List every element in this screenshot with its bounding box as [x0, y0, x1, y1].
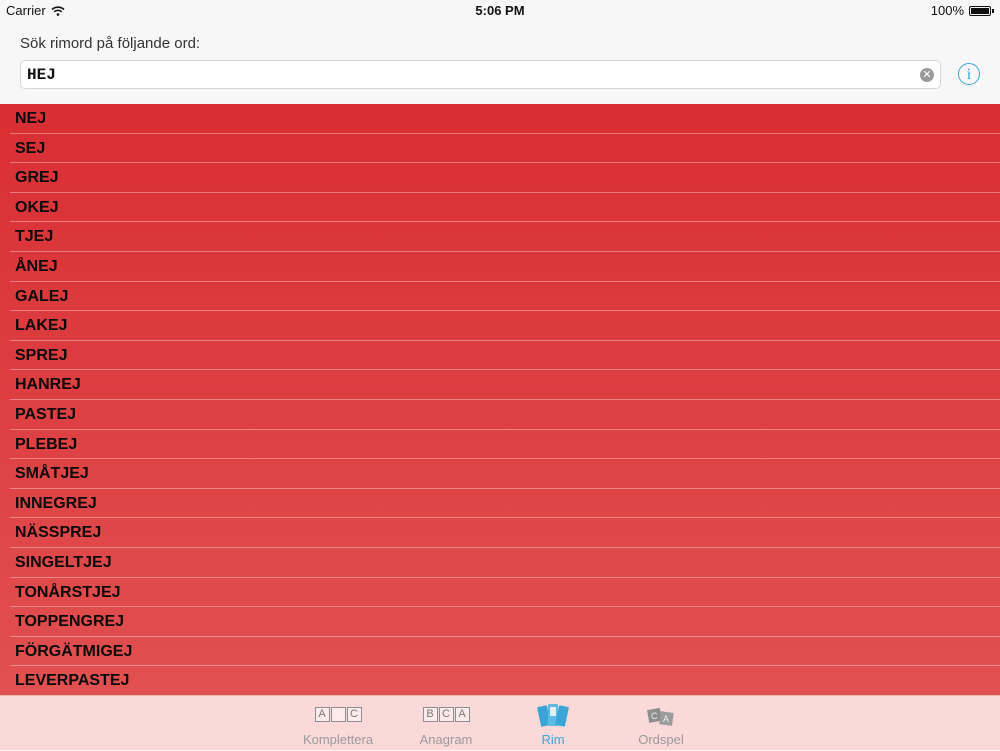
ordspel-tile-a: A: [663, 714, 669, 724]
status-bar: Carrier 5:06 PM 100%: [0, 0, 1000, 22]
list-item-word: PASTEJ: [15, 405, 77, 423]
list-item[interactable]: TJEJ: [10, 222, 1000, 252]
list-item-word: OKEJ: [15, 198, 59, 216]
tab-label: Komplettera: [302, 732, 374, 747]
list-item-word: TOPPENGREJ: [15, 613, 125, 631]
battery-tip: [992, 8, 994, 13]
list-item[interactable]: LEVERPASTEJ: [10, 666, 1000, 695]
list-item-word: LEVERPASTEJ: [15, 672, 130, 690]
tab-label: Rim: [541, 732, 565, 747]
ordspel-tile-c: C: [651, 711, 658, 721]
tab-ordspel[interactable]: C A Ordspel: [611, 696, 711, 751]
tile-icon: B: [422, 707, 438, 722]
tab-rim[interactable]: Rim: [503, 696, 603, 751]
battery-percent: 100%: [930, 3, 964, 18]
list-item-word: SEJ: [15, 139, 46, 157]
anagram-icon: B C A: [396, 707, 496, 722]
tile-icon: A: [454, 707, 470, 722]
list-item[interactable]: PLEBEJ: [10, 430, 1000, 460]
tab-anagram[interactable]: B C A Anagram: [396, 696, 496, 751]
list-item-word: FÖRGÄTMIGEJ: [15, 642, 133, 660]
battery-group: 100%: [931, 3, 994, 18]
ordspel-icon: C A: [647, 707, 674, 726]
tile-icon: A: [314, 707, 330, 722]
search-prompt: Sök rimord på följande ord:: [20, 35, 201, 52]
list-item[interactable]: SMÅTJEJ: [10, 459, 1000, 489]
list-item-word: GREJ: [15, 169, 59, 187]
list-item[interactable]: HANREJ: [10, 370, 1000, 400]
list-item[interactable]: FÖRGÄTMIGEJ: [10, 637, 1000, 667]
list-item[interactable]: OKEJ: [10, 193, 1000, 223]
list-item-word: SPREJ: [15, 346, 68, 364]
list-item-word: PLEBEJ: [15, 435, 78, 453]
list-item[interactable]: SEJ: [10, 134, 1000, 164]
list-item-word: TONÅRSTJEJ: [15, 583, 121, 601]
list-item[interactable]: SPREJ: [10, 341, 1000, 371]
list-item[interactable]: INNEGREJ: [10, 489, 1000, 519]
list-item[interactable]: PASTEJ: [10, 400, 1000, 430]
list-item[interactable]: SINGELTJEJ: [10, 548, 1000, 578]
list-item-word: LAKEJ: [15, 317, 68, 335]
info-icon[interactable]: i: [958, 63, 980, 85]
battery-icon: [969, 5, 991, 16]
list-item-word: ÅNEJ: [15, 257, 58, 275]
list-item[interactable]: GREJ: [10, 163, 1000, 193]
list-item[interactable]: ÅNEJ: [10, 252, 1000, 282]
search-input[interactable]: [27, 64, 907, 86]
rhyme-results-list[interactable]: NEJ SEJ GREJ OKEJ TJEJ ÅNEJ GALEJ LAKEJ SPREJ HAN…: [0, 104, 1000, 695]
list-item[interactable]: TOPPENGREJ: [10, 607, 1000, 637]
search-header: Sök rimord på följande ord: ✕ i: [0, 22, 1000, 104]
clock: 5:06 PM: [475, 3, 525, 18]
tab-label: Ordspel: [638, 732, 684, 747]
list-item-word: SINGELTJEJ: [15, 553, 112, 571]
tile-icon: C: [346, 707, 362, 722]
list-item[interactable]: LAKEJ: [10, 311, 1000, 341]
list-item-word: SMÅTJEJ: [15, 465, 89, 483]
rim-cards-icon: [537, 704, 569, 727]
list-item-word: HANREJ: [15, 376, 81, 394]
list-item-word: GALEJ: [15, 287, 69, 305]
list-item-word: TJEJ: [15, 228, 54, 246]
tab-komplettera[interactable]: A C Komplettera: [288, 696, 388, 751]
list-item-word: INNEGREJ: [15, 494, 97, 512]
tile-icon: C: [438, 707, 454, 722]
list-item[interactable]: NÄSSPREJ: [10, 518, 1000, 548]
list-item[interactable]: NEJ: [10, 104, 1000, 134]
list-item[interactable]: GALEJ: [10, 282, 1000, 312]
search-field[interactable]: ✕: [20, 60, 941, 89]
list-item[interactable]: TONÅRSTJEJ: [10, 578, 1000, 608]
tab-bar: A C Komplettera B C A Anagram Rim C A Or…: [0, 695, 1000, 750]
komplettera-icon: A C: [288, 707, 388, 722]
tile-icon: [330, 707, 346, 722]
tab-label: Anagram: [419, 732, 473, 747]
list-item-word: NEJ: [15, 110, 47, 127]
list-item-word: NÄSSPREJ: [15, 524, 102, 542]
clear-icon[interactable]: ✕: [920, 68, 934, 82]
